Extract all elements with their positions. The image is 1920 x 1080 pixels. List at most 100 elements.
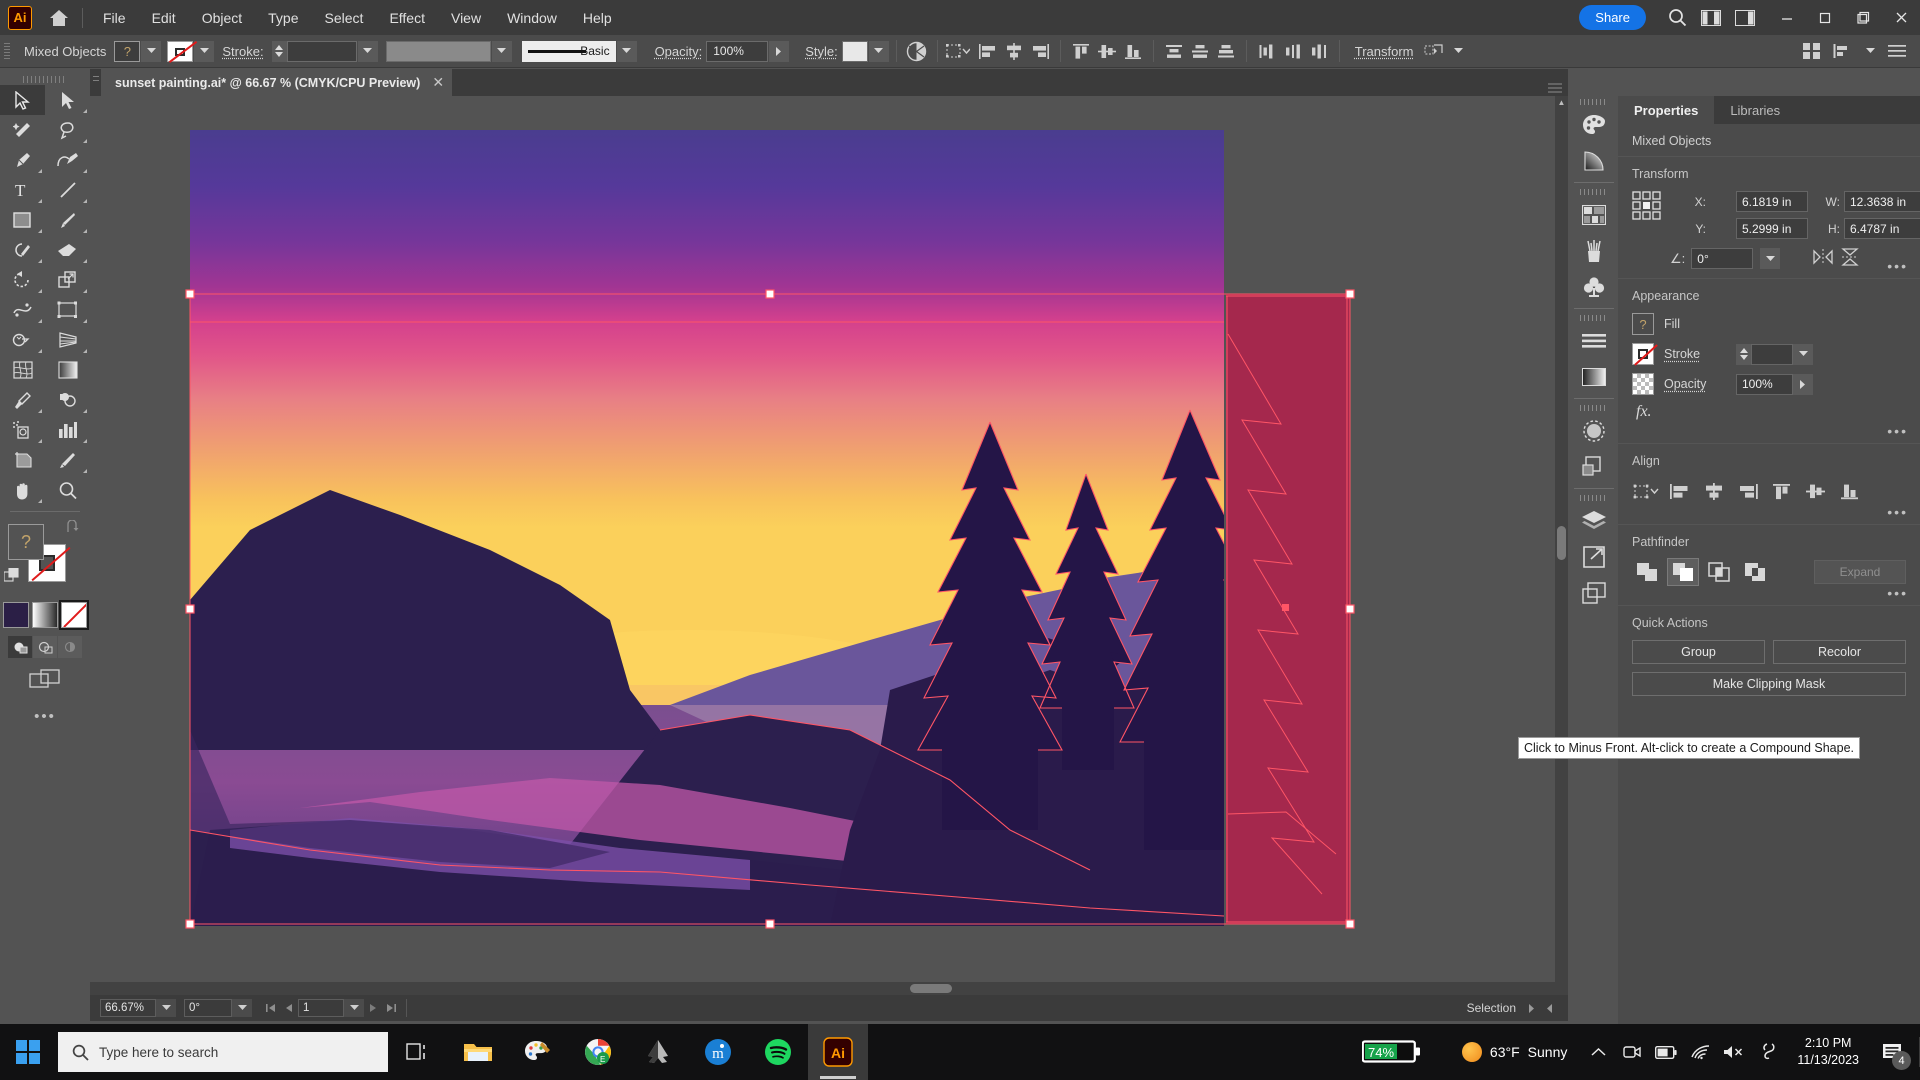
horizontal-align-left-icon[interactable] [975, 38, 1001, 64]
opacity-input[interactable]: 100% [706, 41, 768, 62]
symbol-sprayer-tool[interactable] [0, 415, 45, 445]
reference-point-selector[interactable] [1632, 191, 1662, 221]
brush-dropdown-icon[interactable] [617, 41, 637, 62]
opacity-mask-icon[interactable] [904, 38, 930, 64]
workspace-icon[interactable] [1829, 38, 1855, 64]
appearance-fill-swatch[interactable]: ? [1632, 313, 1654, 335]
slice-tool[interactable] [45, 445, 90, 475]
shape-builder-tool[interactable] [0, 325, 45, 355]
vertical-align-top-icon[interactable] [1068, 38, 1094, 64]
zoom-tool[interactable] [45, 475, 90, 505]
brushes-panel-icon[interactable] [1570, 233, 1618, 269]
zoom-level-input[interactable]: 66.67% [100, 999, 156, 1017]
pen-icon[interactable] [1751, 1024, 1785, 1080]
vertical-align-top-icon[interactable] [1768, 478, 1796, 504]
tab-bar-overflow-icon[interactable] [1548, 83, 1568, 96]
width-input[interactable]: 12.3638 in [1844, 191, 1920, 212]
zoom-dropdown-icon[interactable] [156, 999, 176, 1017]
stroke-panel-icon[interactable] [1570, 323, 1618, 359]
layers-panel-icon[interactable] [1570, 503, 1618, 539]
distribute-vertical-center-icon[interactable] [1187, 38, 1213, 64]
horizontal-align-right-icon[interactable] [1027, 38, 1053, 64]
menu-item-view[interactable]: View [439, 5, 493, 31]
rotation-input[interactable]: 0° [184, 999, 232, 1017]
rotate-angle-dropdown-icon[interactable] [1760, 248, 1780, 269]
stroke-dropdown-icon[interactable] [194, 41, 214, 62]
draw-inside-mode[interactable] [58, 636, 82, 658]
menu-item-object[interactable]: Object [190, 5, 254, 31]
stroke-profile-swatch[interactable] [386, 41, 491, 62]
home-icon[interactable] [42, 0, 76, 35]
group-button[interactable]: Group [1632, 640, 1765, 664]
stroke-swatch[interactable] [167, 41, 193, 62]
appearance-opacity-options-icon[interactable] [1793, 374, 1813, 395]
flip-horizontal-icon[interactable] [1812, 248, 1834, 269]
align-to-selection-icon[interactable] [1632, 478, 1660, 504]
status-collapse-icon[interactable] [1540, 998, 1558, 1018]
menu-item-file[interactable]: File [91, 5, 138, 31]
next-artboard-icon[interactable] [364, 998, 382, 1018]
menu-item-window[interactable]: Window [495, 5, 569, 31]
vertical-align-bottom-icon[interactable] [1836, 478, 1864, 504]
workspace-dropdown-icon[interactable] [1860, 41, 1880, 62]
color-panel-icon[interactable] [1570, 107, 1618, 143]
canvas-area[interactable]: ▲ ▼ 66.67% 0° 1 [90, 96, 1568, 1021]
toolbar-fill-swatch[interactable]: ? [8, 524, 44, 560]
brush-definition-swatch[interactable]: Basic [522, 41, 616, 62]
inkscape-icon[interactable] [628, 1024, 688, 1080]
notification-center-button[interactable]: 4 [1871, 1024, 1915, 1080]
distribute-right-icon[interactable] [1306, 38, 1332, 64]
intersect-icon[interactable] [1704, 559, 1734, 585]
eyedropper-tool[interactable] [0, 385, 45, 415]
artboard[interactable] [190, 130, 1224, 926]
asset-export-icon[interactable] [1570, 539, 1618, 575]
fx-button[interactable]: fx. [1632, 403, 1906, 421]
make-clipping-mask-button[interactable]: Make Clipping Mask [1632, 672, 1906, 696]
menu-item-help[interactable]: Help [571, 5, 624, 31]
appearance-stroke-weight-input[interactable] [1751, 344, 1793, 365]
curvature-tool[interactable] [45, 145, 90, 175]
perspective-grid-tool[interactable] [45, 325, 90, 355]
selection-tool[interactable] [0, 85, 45, 115]
horizontal-align-center-icon[interactable] [1001, 38, 1027, 64]
appearance-opacity-input[interactable]: 100% [1736, 374, 1793, 395]
task-view-icon[interactable] [388, 1024, 448, 1080]
search-icon[interactable] [1660, 0, 1694, 35]
vertical-align-center-icon[interactable] [1094, 38, 1120, 64]
menu-item-effect[interactable]: Effect [377, 5, 437, 31]
vertical-scroll-thumb[interactable] [1557, 526, 1566, 560]
column-graph-tool[interactable] [45, 415, 90, 445]
show-hidden-icons-icon[interactable] [1581, 1024, 1615, 1080]
swatches-panel-icon[interactable] [1570, 197, 1618, 233]
lasso-tool[interactable] [45, 115, 90, 145]
artboards-panel-icon[interactable] [1570, 575, 1618, 611]
rotation-dropdown-icon[interactable] [232, 999, 252, 1017]
horizontal-scroll-thumb[interactable] [910, 984, 952, 993]
eraser-tool[interactable] [45, 235, 90, 265]
horizontal-align-left-icon[interactable] [1666, 478, 1694, 504]
transparency-panel-icon[interactable] [1570, 413, 1618, 449]
pathfinder-panel-icon[interactable] [1570, 449, 1618, 485]
toolbar-more-button[interactable]: ••• [0, 708, 90, 725]
tab-libraries[interactable]: Libraries [1714, 96, 1796, 124]
document-tab-grip[interactable] [90, 69, 101, 96]
width-tool[interactable] [0, 295, 45, 325]
last-artboard-icon[interactable] [382, 998, 400, 1018]
status-menu-icon[interactable] [1522, 998, 1540, 1018]
free-transform-tool[interactable] [45, 295, 90, 325]
workspace-switcher-icon[interactable] [1694, 0, 1728, 35]
appearance-more-options[interactable]: ••• [1887, 423, 1908, 439]
close-icon[interactable]: ✕ [432, 74, 444, 91]
appearance-stroke-dropdown-icon[interactable] [1793, 344, 1813, 365]
type-tool[interactable]: T [0, 175, 45, 205]
blend-tool[interactable] [45, 385, 90, 415]
scroll-up-icon[interactable]: ▲ [1555, 96, 1568, 109]
artboard-number-input[interactable]: 1 [298, 999, 344, 1017]
share-button[interactable]: Share [1579, 5, 1646, 30]
taskbar-search[interactable]: Type here to search [58, 1032, 388, 1072]
close-button[interactable] [1882, 0, 1920, 35]
tab-properties[interactable]: Properties [1618, 96, 1714, 124]
flip-vertical-icon[interactable] [1840, 247, 1860, 270]
horizontal-align-right-icon[interactable] [1734, 478, 1762, 504]
horizontal-scrollbar[interactable] [90, 982, 1555, 995]
